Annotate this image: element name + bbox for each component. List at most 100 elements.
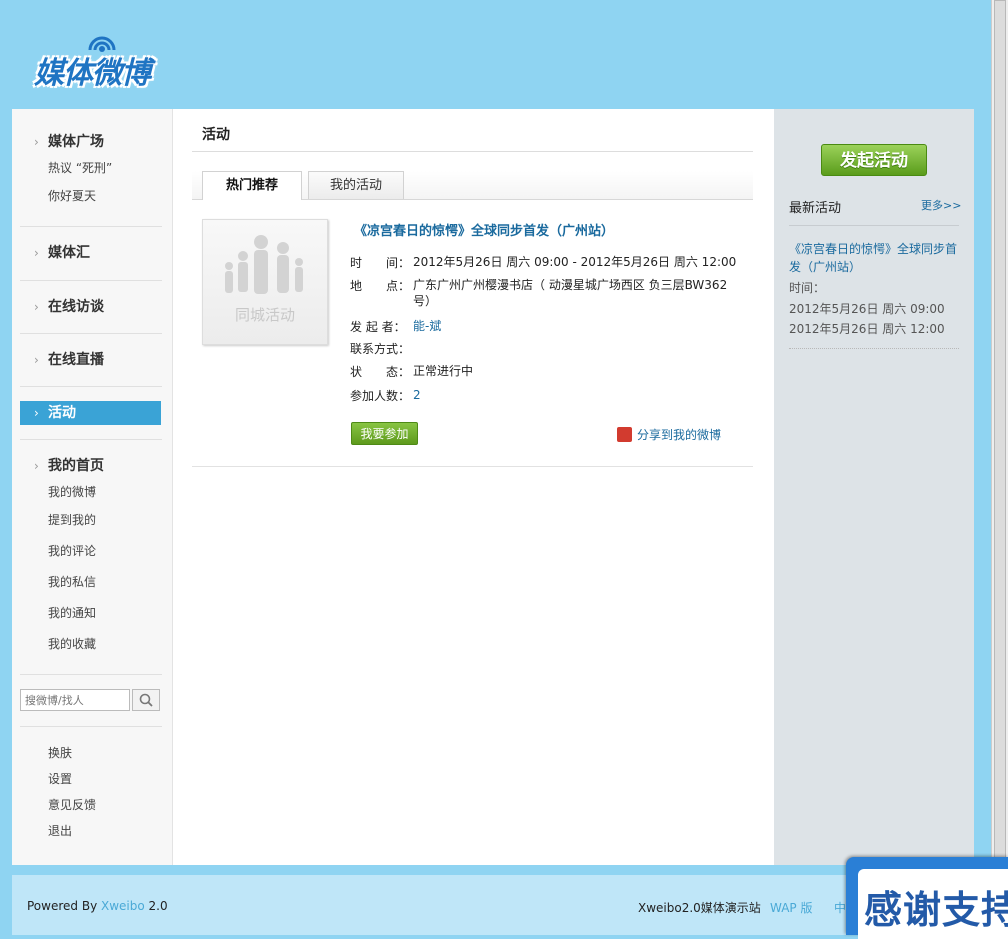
chevron-right-icon: › — [34, 406, 39, 420]
vertical-scrollbar[interactable] — [991, 0, 1008, 935]
participant-count-link[interactable]: 2 — [413, 387, 743, 403]
nav-label: 在线直播 — [48, 352, 104, 368]
scrollbar-thumb[interactable] — [994, 0, 1006, 858]
nav-group-interview: › 在线访谈 — [20, 295, 161, 319]
field-label: 地 点： — [350, 279, 411, 293]
divider — [20, 333, 162, 334]
nav-skin[interactable]: 换肤 — [20, 740, 161, 766]
event-time: 2012年5月26日 周六 09:00 - 2012年5月26日 周六 12:0… — [413, 255, 737, 269]
nav-logout[interactable]: 退出 — [20, 818, 161, 844]
divider — [20, 726, 162, 727]
site-name: Xweibo2.0媒体演示站 — [638, 901, 761, 915]
event-place: 广东广州广州樱漫书店（ 动漫星城广场西区 负三层BW362号） — [413, 278, 728, 308]
field-label: 联系方式： — [350, 342, 411, 356]
nav-events[interactable]: › 活动 — [20, 401, 161, 425]
share-to-weibo-link[interactable]: 分享到我的微博 — [617, 426, 722, 443]
nav-online-live[interactable]: › 在线直播 — [20, 348, 161, 372]
search-icon — [139, 693, 153, 707]
share-label: 分享到我的微博 — [637, 428, 722, 442]
latest-event-start: 2012年5月26日 周六 09:00 — [789, 302, 945, 316]
nav-media-square[interactable]: › 媒体广场 — [20, 130, 161, 154]
more-link[interactable]: 更多>> — [921, 197, 961, 213]
field-label: 时 间： — [350, 256, 411, 270]
xweibo-link[interactable]: Xweibo — [101, 899, 145, 913]
nav-media-hub[interactable]: › 媒体汇 — [20, 241, 161, 265]
nav-group-settings: 换肤 设置 意见反馈 退出 — [20, 740, 161, 844]
event-poster[interactable]: 同城活动 — [202, 219, 328, 345]
event-title-link[interactable]: 《凉宫春日的惊愕》全球同步首发（广州站） — [354, 220, 614, 239]
nav-hot-topic[interactable]: 热议 “死刑” — [20, 154, 161, 182]
search-button[interactable] — [132, 689, 160, 711]
banner-text: 感谢支持 — [864, 888, 1008, 932]
nav-group-events: › 活动 — [20, 401, 161, 425]
divider — [20, 439, 162, 440]
divider — [20, 226, 162, 227]
latest-event-link[interactable]: 《凉宫春日的惊愕》全球同步首发（广州站） — [789, 240, 961, 276]
nav-my-home[interactable]: › 我的首页 — [20, 454, 161, 478]
footer-powered: Powered By Xweibo 2.0 — [27, 899, 168, 913]
nav-mentions[interactable]: 提到我的 — [20, 506, 161, 537]
nav-my-weibo[interactable]: 我的微博 — [20, 478, 161, 506]
event-status: 正常进行中 — [413, 364, 474, 378]
family-silhouette-icon — [225, 235, 303, 294]
main-container: › 媒体广场 热议 “死刑” 你好夏天 › 媒体汇 › 在线访谈 › 在线直播 › 活动 … — [12, 109, 974, 865]
search-input[interactable] — [20, 689, 130, 711]
nav-group-live: › 在线直播 — [20, 348, 161, 372]
chevron-right-icon: › — [34, 246, 39, 260]
latest-events-title: 最新活动 — [789, 201, 842, 216]
nav-label: 活动 — [48, 405, 76, 421]
tab-bar: 热门推荐 我的活动 — [192, 171, 753, 200]
share-icon — [617, 427, 632, 442]
latest-event-end: 2012年5月26日 周六 12:00 — [789, 322, 945, 336]
right-sidebar: 发起活动 最新活动 更多>> 《凉宫春日的惊愕》全球同步首发（广州站） 时间： … — [774, 109, 974, 865]
join-button[interactable]: 我要参加 — [351, 422, 418, 445]
tab-my-events[interactable]: 我的活动 — [308, 171, 404, 199]
logo-text: 媒体微博 — [34, 56, 151, 91]
nav-label: 媒体汇 — [48, 245, 90, 261]
nav-feedback[interactable]: 意见反馈 — [20, 792, 161, 818]
chevron-right-icon: › — [34, 300, 39, 314]
search-box — [20, 689, 160, 711]
start-event-button[interactable]: 发起活动 — [821, 144, 927, 176]
organizer-link[interactable]: 能-斌 — [413, 318, 743, 334]
nav-label: 在线访谈 — [48, 299, 104, 315]
nav-notifications[interactable]: 我的通知 — [20, 599, 161, 630]
powered-by-label: Powered By — [27, 899, 98, 913]
tab-hot-recommend[interactable]: 热门推荐 — [202, 171, 302, 200]
latest-event-time-label: 时间： — [789, 281, 826, 295]
thanks-banner[interactable]: 感谢支持 — [846, 857, 1008, 939]
nav-online-interview[interactable]: › 在线访谈 — [20, 295, 161, 319]
field-label: 发 起 者： — [350, 320, 406, 334]
main-content: 活动 热门推荐 我的活动 同城活动 《凉宫春日的惊愕》全球同步首发（广州站） 时… — [173, 109, 774, 865]
nav-group-my-home: › 我的首页 我的微博 提到我的 我的评论 我的私信 我的通知 我的收藏 — [20, 454, 161, 661]
nav-comments[interactable]: 我的评论 — [20, 537, 161, 568]
nav-hello-summer[interactable]: 你好夏天 — [20, 182, 161, 210]
banner-panel: 感谢支持 — [858, 869, 1008, 939]
divider — [20, 674, 162, 675]
wap-link[interactable]: WAP 版 — [770, 899, 812, 916]
divider — [20, 386, 162, 387]
chevron-right-icon: › — [34, 459, 39, 473]
divider — [192, 466, 753, 467]
divider — [789, 225, 959, 226]
nav-group-media-hub: › 媒体汇 — [20, 241, 161, 265]
divider — [192, 151, 753, 152]
nav-messages[interactable]: 我的私信 — [20, 568, 161, 599]
nav-label: 媒体广场 — [48, 134, 104, 150]
field-label: 状 态： — [350, 365, 411, 379]
poster-label: 同城活动 — [234, 306, 295, 324]
footer: Powered By Xweibo 2.0 Xweibo2.0媒体演示站 WAP… — [12, 875, 974, 935]
chevron-right-icon: › — [34, 353, 39, 367]
nav-group-media-square: › 媒体广场 热议 “死刑” 你好夏天 — [20, 130, 161, 210]
divider — [789, 348, 959, 349]
chevron-right-icon: › — [34, 135, 39, 149]
divider — [20, 280, 162, 281]
language-link[interactable]: 中 — [834, 899, 846, 916]
page-title: 活动 — [202, 127, 230, 143]
version-label: 2.0 — [148, 899, 168, 913]
field-label: 参加人数： — [350, 389, 411, 403]
site-logo[interactable]: 媒体微博 — [32, 30, 182, 91]
sidebar: › 媒体广场 热议 “死刑” 你好夏天 › 媒体汇 › 在线访谈 › 在线直播 › 活动 … — [12, 109, 173, 865]
nav-favorites[interactable]: 我的收藏 — [20, 630, 161, 661]
nav-settings[interactable]: 设置 — [20, 766, 161, 792]
